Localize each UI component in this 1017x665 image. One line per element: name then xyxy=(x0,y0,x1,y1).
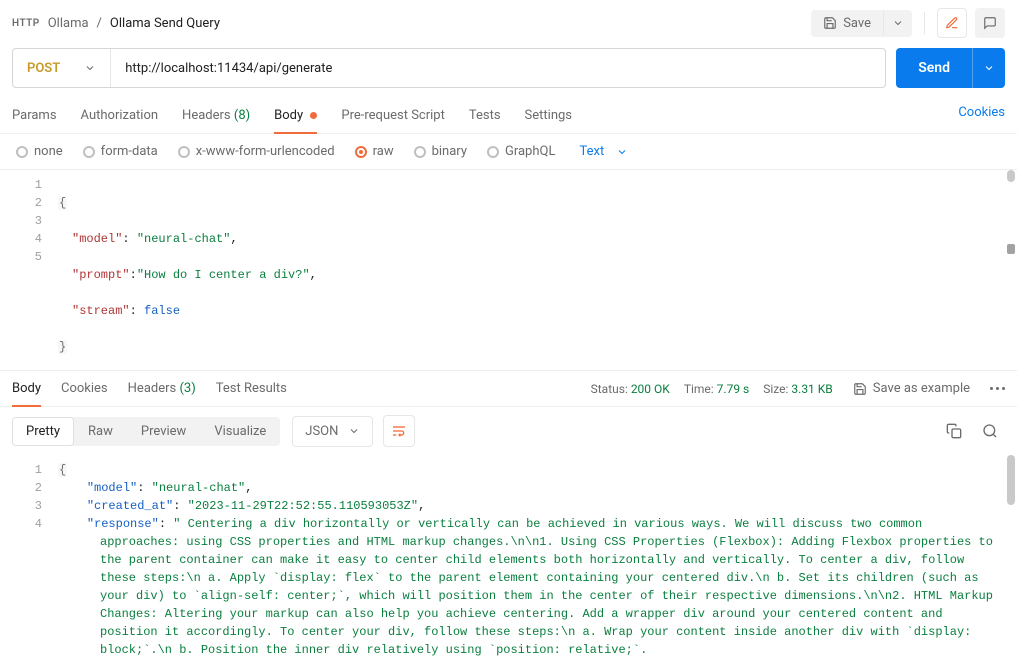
chevron-down-icon xyxy=(983,62,995,74)
body-type-graphql[interactable]: GraphQL xyxy=(487,144,555,159)
http-badge-icon: HTTP xyxy=(12,18,40,29)
radio-icon xyxy=(83,146,95,158)
view-preview[interactable]: Preview xyxy=(127,417,200,446)
editor-code[interactable]: { "model": "neural-chat", "prompt":"How … xyxy=(52,170,1017,370)
chevron-down-icon xyxy=(348,425,360,437)
save-button-group: Save xyxy=(811,10,912,37)
method-label: POST xyxy=(27,61,60,76)
response-size: 3.31 KB xyxy=(791,382,832,396)
response-tab-test-results[interactable]: Test Results xyxy=(216,381,287,406)
save-icon xyxy=(823,16,837,30)
more-menu[interactable] xyxy=(990,387,1005,400)
radio-icon xyxy=(178,146,190,158)
send-button-group: Send xyxy=(896,48,1005,88)
tab-headers-label: Headers xyxy=(182,108,231,123)
breadcrumb-separator: / xyxy=(97,16,102,31)
wrap-lines-button[interactable] xyxy=(383,415,415,447)
tab-headers-count: (8) xyxy=(234,108,250,123)
editor-scrollbar[interactable] xyxy=(1007,170,1015,370)
comment-icon xyxy=(983,16,997,30)
response-body-editor[interactable]: 1 2 3 4 { "model": "neural-chat", "creat… xyxy=(0,455,1017,665)
response-tab-body[interactable]: Body xyxy=(12,381,41,406)
body-format-dropdown[interactable]: Text xyxy=(579,144,628,159)
send-dropdown[interactable] xyxy=(972,48,1005,88)
response-header: Body Cookies Headers (3) Test Results St… xyxy=(0,370,1017,406)
body-type-formdata[interactable]: form-data xyxy=(83,144,158,159)
chevron-down-icon xyxy=(892,17,904,29)
save-icon xyxy=(853,382,867,396)
unsaved-dot-icon xyxy=(310,112,317,119)
scroll-thumb[interactable] xyxy=(1007,170,1015,182)
radio-icon xyxy=(487,146,499,158)
tab-headers[interactable]: Headers (8) xyxy=(182,102,250,133)
response-scrollbar[interactable] xyxy=(1007,455,1015,665)
request-tabs: Params Authorization Headers (8) Body Pr… xyxy=(0,102,1017,134)
view-mode-segment: Pretty Raw Preview Visualize xyxy=(12,417,280,446)
breadcrumb-folder[interactable]: Ollama xyxy=(48,16,89,31)
tab-tests[interactable]: Tests xyxy=(469,102,501,133)
response-status: 200 OK xyxy=(631,382,670,396)
wrap-icon xyxy=(391,423,407,439)
body-type-row: none form-data x-www-form-urlencoded raw… xyxy=(0,134,1017,170)
comment-button[interactable] xyxy=(975,8,1005,38)
response-tab-cookies[interactable]: Cookies xyxy=(61,381,108,406)
response-code[interactable]: { "model": "neural-chat", "created_at": … xyxy=(52,455,1017,665)
tab-params[interactable]: Params xyxy=(12,102,57,133)
send-button[interactable]: Send xyxy=(896,48,972,88)
topbar: HTTP Ollama / Ollama Send Query Save xyxy=(0,0,1017,48)
divider xyxy=(924,12,925,34)
save-button[interactable]: Save xyxy=(811,10,883,37)
response-gutter: 1 2 3 4 xyxy=(0,455,52,665)
search-button[interactable] xyxy=(975,416,1005,446)
url-box: POST http://localhost:11434/api/generate xyxy=(12,48,886,88)
chevron-down-icon xyxy=(84,62,96,74)
search-icon xyxy=(982,423,998,439)
editor-gutter: 1 2 3 4 5 xyxy=(0,170,52,370)
body-type-raw[interactable]: raw xyxy=(355,144,394,159)
tab-settings[interactable]: Settings xyxy=(525,102,572,133)
tab-authorization[interactable]: Authorization xyxy=(81,102,159,133)
view-visualize[interactable]: Visualize xyxy=(200,417,280,446)
url-row: POST http://localhost:11434/api/generate… xyxy=(0,48,1017,102)
body-type-urlencoded[interactable]: x-www-form-urlencoded xyxy=(178,144,335,159)
body-format-label: Text xyxy=(579,144,604,159)
scroll-thumb[interactable] xyxy=(1007,455,1015,505)
response-toolbar: Pretty Raw Preview Visualize JSON xyxy=(0,406,1017,455)
tab-body-label: Body xyxy=(274,108,303,123)
response-tab-headers[interactable]: Headers (3) xyxy=(128,381,196,406)
save-dropdown[interactable] xyxy=(883,11,912,35)
save-as-example-button[interactable]: Save as example xyxy=(853,381,970,406)
view-pretty[interactable]: Pretty xyxy=(12,417,74,446)
method-select[interactable]: POST xyxy=(13,49,111,87)
breadcrumb-request[interactable]: Ollama Send Query xyxy=(110,16,220,31)
radio-icon xyxy=(414,146,426,158)
pencil-icon xyxy=(945,16,959,30)
save-label: Save xyxy=(843,16,871,31)
copy-icon xyxy=(946,423,962,439)
response-time: 7.79 s xyxy=(717,382,750,396)
body-type-binary[interactable]: binary xyxy=(414,144,467,159)
radio-icon xyxy=(355,146,367,158)
chevron-down-icon xyxy=(616,146,628,158)
copy-button[interactable] xyxy=(939,416,969,446)
url-input[interactable]: http://localhost:11434/api/generate xyxy=(111,49,885,87)
response-format-dropdown[interactable]: JSON xyxy=(292,416,373,447)
radio-icon xyxy=(16,146,28,158)
scroll-mark xyxy=(1007,244,1015,254)
tab-body[interactable]: Body xyxy=(274,102,317,133)
response-meta: Status: 200 OK Time: 7.79 s Size: 3.31 K… xyxy=(591,382,833,406)
view-raw[interactable]: Raw xyxy=(74,417,127,446)
request-body-editor[interactable]: 1 2 3 4 5 { "model": "neural-chat", "pro… xyxy=(0,170,1017,370)
tab-prerequest[interactable]: Pre-request Script xyxy=(341,102,444,133)
cookies-link[interactable]: Cookies xyxy=(958,105,1005,130)
edit-button[interactable] xyxy=(937,8,967,38)
body-type-none[interactable]: none xyxy=(16,144,63,159)
